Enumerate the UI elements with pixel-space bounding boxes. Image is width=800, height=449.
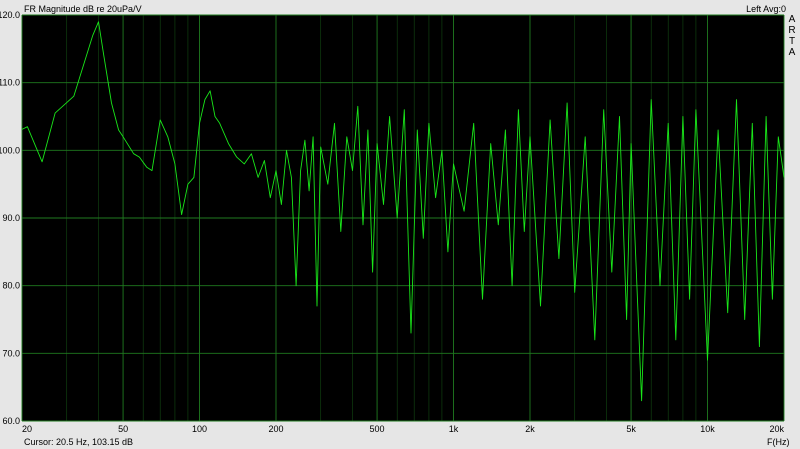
arta-logo: A R T A xyxy=(786,14,798,58)
y-tick-label: 100.0 xyxy=(0,145,20,155)
x-tick-label: 20 xyxy=(22,424,32,434)
x-tick-label: 500 xyxy=(370,424,385,434)
x-tick-label: 1k xyxy=(449,424,459,434)
x-tick-label: 2k xyxy=(525,424,535,434)
logo-letter: A xyxy=(788,14,796,25)
logo-letter: A xyxy=(788,47,796,58)
y-tick-label: 70.0 xyxy=(2,348,20,358)
x-axis-unit: F(Hz) xyxy=(767,437,790,447)
cursor-readout: 20.5 Hz, 103.15 dB xyxy=(56,437,134,447)
x-tick-label: 100 xyxy=(192,424,207,434)
logo-letter: R xyxy=(788,25,796,36)
logo-letter: T xyxy=(788,36,796,47)
y-tick-label: 90.0 xyxy=(2,213,20,223)
y-tick-label: 60.0 xyxy=(2,416,20,426)
y-tick-label: 110.0 xyxy=(0,78,20,88)
chart-title: FR Magnitude dB re 20uPa/V xyxy=(24,4,142,14)
y-tick-label: 120.0 xyxy=(0,10,20,20)
x-tick-label: 10k xyxy=(700,424,715,434)
cursor-label: Cursor: xyxy=(24,437,54,447)
x-tick-label: 20k xyxy=(769,424,784,434)
x-tick-labels: 20 50 100 200 500 1k 2k 5k 10k 20k xyxy=(22,424,784,434)
x-tick-label: 50 xyxy=(118,424,128,434)
y-tick-label: 80.0 xyxy=(2,281,20,291)
y-tick-labels: 60.0 70.0 80.0 90.0 100.0 110.0 120.0 xyxy=(0,10,20,426)
channel-status: Left Avg:0 xyxy=(746,4,786,14)
frequency-response-plot[interactable]: 20 50 100 200 500 1k 2k 5k 10k 20k 60.0 70.0 80.0 90… xyxy=(0,0,800,449)
x-tick-label: 5k xyxy=(626,424,636,434)
x-tick-label: 200 xyxy=(268,424,283,434)
